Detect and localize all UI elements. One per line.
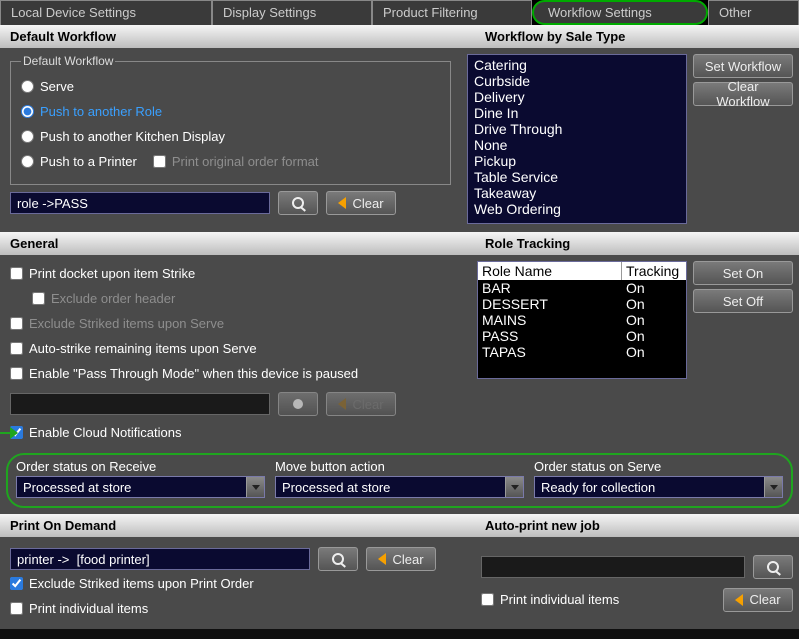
set-workflow-button[interactable]: Set Workflow <box>693 54 793 78</box>
header-role-tracking: Role Tracking <box>475 232 799 255</box>
list-item[interactable]: Takeaway <box>472 185 682 201</box>
play-left-icon <box>378 553 386 565</box>
checkbox-print-individual-auto[interactable] <box>481 593 494 606</box>
list-item[interactable]: Catering <box>472 57 682 73</box>
list-item[interactable]: Drive Through <box>472 121 682 137</box>
label-serve: Serve <box>40 79 74 94</box>
header-general: General <box>0 232 475 255</box>
clear-general-button[interactable]: Clear <box>326 392 396 416</box>
combo-move-action[interactable]: Processed at store <box>275 476 524 498</box>
label-print-individual-pod: Print individual items <box>29 601 148 616</box>
label-print-original: Print original order format <box>172 154 319 169</box>
list-item[interactable]: Table Service <box>472 169 682 185</box>
chevron-down-icon <box>770 485 778 490</box>
combo-status-receive[interactable]: Processed at store <box>16 476 265 498</box>
label-enable-cloud: Enable Cloud Notifications <box>29 425 181 440</box>
label-pass-through: Enable "Pass Through Mode" when this dev… <box>29 366 358 381</box>
label-print-individual-auto: Print individual items <box>500 592 619 607</box>
label-push-kds: Push to another Kitchen Display <box>40 129 225 144</box>
table-row[interactable]: MAINSOn <box>478 312 686 328</box>
legend-default-workflow: Default Workflow <box>21 54 115 68</box>
tab-other[interactable]: Other <box>708 0 799 25</box>
circle-icon <box>293 399 303 409</box>
listbox-sale-types[interactable]: Catering Curbside Delivery Dine In Drive… <box>467 54 687 224</box>
checkbox-pass-through[interactable] <box>10 367 23 380</box>
label-exclude-striked-serve: Exclude Striked items upon Serve <box>29 316 224 331</box>
label-status-serve: Order status on Serve <box>534 459 783 474</box>
tab-workflow-settings[interactable]: Workflow Settings <box>532 0 708 25</box>
checkbox-print-original[interactable] <box>153 155 166 168</box>
set-on-button[interactable]: Set On <box>693 261 793 285</box>
header-workflow-by-sale-type: Workflow by Sale Type <box>475 25 799 48</box>
checkbox-exclude-header[interactable] <box>32 292 45 305</box>
input-auto-print-target[interactable] <box>481 556 745 578</box>
label-push-printer: Push to a Printer <box>40 154 137 169</box>
label-auto-strike: Auto-strike remaining items upon Serve <box>29 341 257 356</box>
lookup-auto-print-button[interactable] <box>753 555 793 579</box>
checkbox-print-docket[interactable] <box>10 267 23 280</box>
fieldset-default-workflow: Default Workflow Serve Push to another R… <box>10 54 451 185</box>
radio-push-printer[interactable] <box>21 155 34 168</box>
clear-default-workflow-button[interactable]: Clear <box>326 191 396 215</box>
record-button[interactable] <box>278 392 318 416</box>
label-status-receive: Order status on Receive <box>16 459 265 474</box>
lookup-printer-button[interactable] <box>318 547 358 571</box>
play-left-icon <box>338 197 346 209</box>
combo-status-serve[interactable]: Ready for collection <box>534 476 783 498</box>
table-role-tracking[interactable]: Role Name Tracking BAROn DESSERTOn MAINS… <box>477 261 687 379</box>
callout-arrow-icon <box>0 427 18 439</box>
play-left-icon <box>735 594 743 606</box>
search-icon <box>767 561 779 573</box>
checkbox-auto-strike[interactable] <box>10 342 23 355</box>
label-exclude-header: Exclude order header <box>51 291 175 306</box>
clear-printer-button[interactable]: Clear <box>366 547 436 571</box>
lookup-role-button[interactable] <box>278 191 318 215</box>
input-general-target[interactable] <box>10 393 270 415</box>
list-item[interactable]: None <box>472 137 682 153</box>
input-default-workflow-role[interactable] <box>10 192 270 214</box>
header-default-workflow: Default Workflow <box>0 25 475 48</box>
header-auto-print-new-job: Auto-print new job <box>475 514 799 537</box>
col-tracking: Tracking <box>622 262 686 280</box>
label-exclude-striked-print: Exclude Striked items upon Print Order <box>29 576 254 591</box>
chevron-down-icon <box>252 485 260 490</box>
table-row[interactable]: BAROn <box>478 280 686 296</box>
list-item[interactable]: Pickup <box>472 153 682 169</box>
play-left-icon <box>338 398 346 410</box>
list-item[interactable]: Curbside <box>472 73 682 89</box>
set-off-button[interactable]: Set Off <box>693 289 793 313</box>
list-item[interactable]: Dine In <box>472 105 682 121</box>
search-icon <box>332 553 344 565</box>
col-role-name: Role Name <box>478 262 622 280</box>
input-printer[interactable] <box>10 548 310 570</box>
chevron-down-icon <box>511 485 519 490</box>
list-item[interactable]: Delivery <box>472 89 682 105</box>
radio-push-role[interactable] <box>21 105 34 118</box>
table-row[interactable]: PASSOn <box>478 328 686 344</box>
radio-serve[interactable] <box>21 80 34 93</box>
label-push-role: Push to another Role <box>40 104 162 119</box>
table-row[interactable]: DESSERTOn <box>478 296 686 312</box>
label-move-action: Move button action <box>275 459 524 474</box>
order-status-config-row: Order status on Receive Processed at sto… <box>6 453 793 508</box>
search-icon <box>292 197 304 209</box>
checkbox-exclude-striked-print[interactable] <box>10 577 23 590</box>
checkbox-exclude-striked-serve[interactable] <box>10 317 23 330</box>
checkbox-print-individual-pod[interactable] <box>10 602 23 615</box>
list-item[interactable]: Web Ordering <box>472 201 682 217</box>
clear-workflow-button[interactable]: Clear Workflow <box>693 82 793 106</box>
tab-display-settings[interactable]: Display Settings <box>212 0 372 25</box>
header-print-on-demand: Print On Demand <box>0 514 475 537</box>
radio-push-kds[interactable] <box>21 130 34 143</box>
tab-product-filtering[interactable]: Product Filtering <box>372 0 532 25</box>
table-row[interactable]: TAPASOn <box>478 344 686 360</box>
tab-local-device-settings[interactable]: Local Device Settings <box>0 0 212 25</box>
label-print-docket: Print docket upon item Strike <box>29 266 195 281</box>
clear-auto-print-button[interactable]: Clear <box>723 588 793 612</box>
